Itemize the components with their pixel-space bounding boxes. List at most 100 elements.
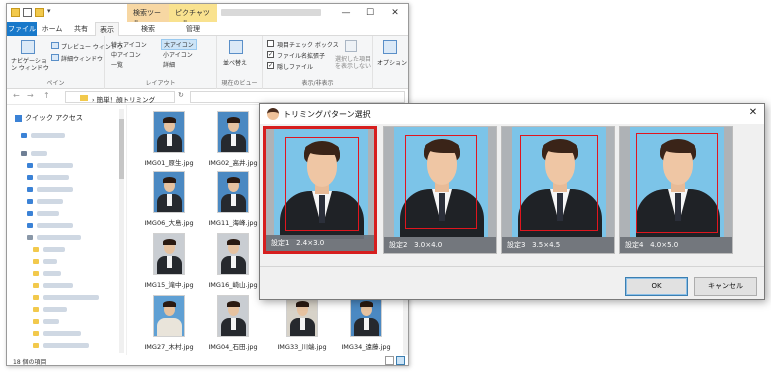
file-name[interactable]: IMG33_川端.jpg	[272, 341, 332, 351]
file-name[interactable]: IMG15_滝中.jpg	[139, 279, 199, 289]
nav-item-quick-access[interactable]: クイック アクセス	[15, 113, 83, 123]
tab-share[interactable]: 共有	[69, 22, 93, 36]
pattern-option-1[interactable]: 設定1 2.4×3.0	[263, 126, 377, 254]
chevron-down-icon[interactable]: ▾	[47, 7, 55, 16]
details-pane-button[interactable]: 詳細ウィンドウ	[61, 54, 103, 63]
cloud-icon	[21, 133, 27, 138]
file-thumbnail[interactable]	[153, 111, 185, 153]
search-input[interactable]	[190, 91, 405, 103]
file-thumbnail[interactable]	[153, 171, 185, 213]
nav-item[interactable]	[37, 163, 73, 168]
tab-manage[interactable]: 管理	[169, 22, 217, 36]
back-arrow-icon[interactable]: ←	[13, 91, 20, 100]
ok-button[interactable]: OK	[625, 277, 688, 296]
file-thumbnail[interactable]	[286, 295, 318, 337]
folder-icon	[33, 319, 39, 324]
hide-selected-button[interactable]: 選択した項目を表示しない	[335, 56, 371, 70]
nav-item[interactable]	[43, 259, 57, 264]
sort-button[interactable]: 並べ替え	[223, 58, 247, 67]
tab-home[interactable]: ホーム	[39, 22, 65, 36]
crop-frame	[405, 135, 477, 229]
nav-item[interactable]	[43, 247, 65, 252]
nav-item[interactable]	[37, 235, 81, 240]
nav-item[interactable]	[31, 133, 65, 138]
refresh-icon[interactable]: ↻	[178, 91, 184, 99]
layout-medium-icons[interactable]: 中アイコン	[111, 50, 141, 59]
nav-item[interactable]	[37, 175, 69, 180]
forward-arrow-icon[interactable]: →	[27, 91, 34, 100]
file-name[interactable]: IMG27_木村.jpg	[139, 341, 199, 351]
file-extensions-checkbox[interactable]: ✓	[267, 51, 274, 58]
folder-icon	[33, 307, 39, 312]
file-thumbnail[interactable]	[217, 171, 249, 213]
navigation-scrollbar[interactable]	[119, 109, 124, 353]
large-icons-view-icon[interactable]	[396, 356, 405, 365]
cancel-button[interactable]: キャンセル	[694, 277, 757, 296]
folder-icon	[33, 271, 39, 276]
nav-item[interactable]	[43, 295, 99, 300]
folder-icon	[11, 8, 20, 17]
file-thumbnail[interactable]	[350, 295, 382, 337]
hidden-files-label: 隠しファイル	[277, 64, 314, 71]
layout-details[interactable]: 詳細	[163, 60, 175, 69]
file-name[interactable]: IMG11_海峰.jpg	[203, 217, 263, 227]
tab-file[interactable]: ファイル	[7, 22, 37, 36]
item-checkboxes-checkbox[interactable]	[267, 40, 274, 47]
maximize-button[interactable]: ☐	[358, 6, 382, 20]
drive-icon	[27, 235, 33, 240]
details-view-icon[interactable]	[385, 356, 394, 365]
crop-frame	[285, 137, 359, 231]
title-bar: ▾ 検索ツール ピクチャツール — ☐ ✕	[7, 4, 408, 27]
pattern-option-4[interactable]: 設定4 4.0×5.0	[619, 126, 733, 254]
file-name[interactable]: IMG02_高井.jpg	[203, 157, 263, 167]
nav-item[interactable]	[43, 271, 61, 276]
close-button[interactable]: ✕	[383, 6, 407, 20]
file-thumbnail[interactable]	[217, 233, 249, 275]
new-folder-icon[interactable]	[35, 8, 44, 17]
nav-item[interactable]	[37, 199, 63, 204]
file-name[interactable]: IMG01_原生.jpg	[139, 157, 199, 167]
file-name[interactable]: IMG06_大島.jpg	[139, 217, 199, 227]
up-arrow-icon[interactable]: ↑	[43, 91, 50, 100]
document-icon	[27, 187, 33, 192]
file-thumbnail[interactable]	[217, 295, 249, 337]
file-name[interactable]: IMG16_崎山.jpg	[203, 279, 263, 289]
nav-item[interactable]	[43, 343, 89, 348]
minimize-button[interactable]: —	[334, 6, 358, 20]
properties-icon[interactable]	[23, 8, 32, 17]
ribbon-group-layout: 特大アイコン 大アイコン 中アイコン 小アイコン 一覧 詳細 レイアウト	[105, 36, 217, 89]
file-extensions-label: ファイル名拡張子	[277, 53, 326, 60]
nav-item[interactable]	[43, 331, 81, 336]
folder-icon	[33, 247, 39, 252]
file-thumbnail[interactable]	[153, 233, 185, 275]
nav-item[interactable]	[43, 283, 73, 288]
layout-small-icons[interactable]: 小アイコン	[163, 50, 193, 59]
navigation-pane-button[interactable]: ナビゲーション ウィンドウ	[11, 58, 51, 72]
tab-search[interactable]: 検索	[127, 22, 169, 36]
nav-item[interactable]	[43, 307, 67, 312]
nav-item[interactable]	[43, 319, 59, 324]
pattern-option-2[interactable]: 設定2 3.0×4.0	[383, 126, 497, 254]
file-name[interactable]: IMG34_遠藤.jpg	[336, 341, 396, 351]
folder-icon	[33, 343, 39, 348]
nav-item[interactable]	[37, 223, 73, 228]
file-name[interactable]: IMG04_石田.jpg	[203, 341, 263, 351]
nav-item[interactable]	[37, 187, 73, 192]
pattern-option-3[interactable]: 設定3 3.5×4.5	[501, 126, 615, 254]
nav-item[interactable]	[31, 151, 47, 156]
layout-extra-large-icons[interactable]: 特大アイコン	[111, 40, 147, 49]
picture-icon	[27, 199, 33, 204]
status-bar: 18 個の項目	[7, 355, 408, 365]
layout-large-icons[interactable]: 大アイコン	[161, 39, 197, 50]
layout-list[interactable]: 一覧	[111, 60, 123, 69]
nav-item[interactable]	[37, 211, 59, 216]
dialog-title: トリミングパターン選択	[283, 110, 371, 119]
address-input[interactable]: › 簡単！顔トリミング	[65, 91, 175, 104]
options-button[interactable]: オプション	[377, 58, 407, 67]
tab-view[interactable]: 表示	[95, 22, 119, 36]
hidden-files-checkbox[interactable]: ✓	[267, 62, 274, 69]
scrollbar-thumb[interactable]	[119, 119, 124, 179]
file-thumbnail[interactable]	[153, 295, 185, 337]
file-thumbnail[interactable]	[217, 111, 249, 153]
close-icon[interactable]: ✕	[746, 107, 760, 118]
